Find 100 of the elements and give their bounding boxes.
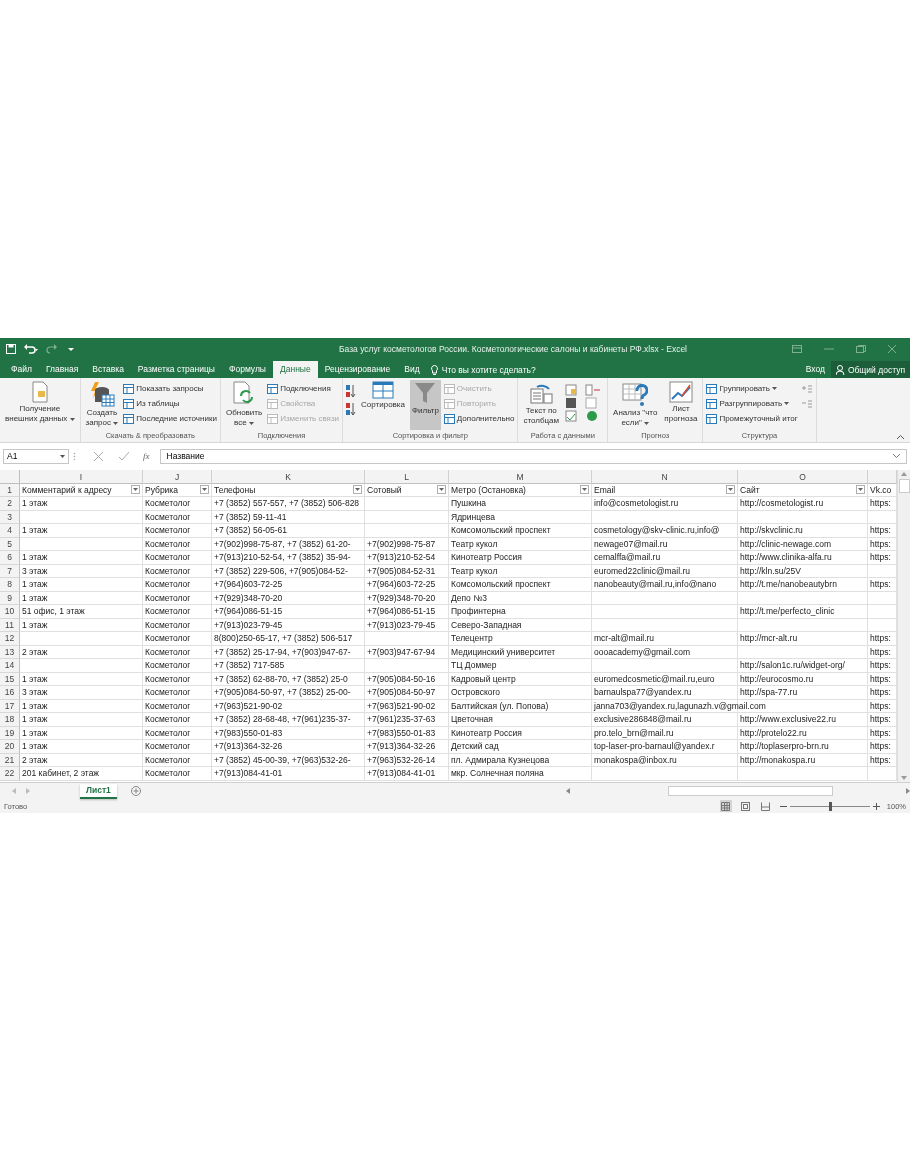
sign-in-link[interactable]: Вход [799, 361, 831, 378]
table-cell: Косметолог [145, 741, 191, 752]
sort-ascending-icon[interactable] [346, 384, 357, 398]
ribbon-button[interactable]: Сортировка [359, 380, 407, 430]
ribbon-display-icon[interactable] [792, 345, 802, 353]
ribbon-tab[interactable]: Вставка [85, 361, 131, 378]
table-cell: http://t.me/perfecto_clinic [740, 606, 835, 617]
filter-dropdown[interactable] [726, 485, 735, 495]
scroll-thumb[interactable] [668, 786, 833, 796]
sort-descending-icon[interactable] [346, 402, 357, 416]
table-cell: 1 этаж [22, 619, 48, 630]
ribbon-button[interactable]: Показать запросы [123, 382, 217, 395]
ribbon-button[interactable]: Разгруппировать [706, 397, 798, 410]
zoom-slider[interactable] [828, 801, 832, 811]
table-cell: http://cosmetologist.ru [740, 498, 824, 509]
filter-dropdown[interactable] [856, 485, 865, 495]
ribbon-tab[interactable]: Разметка страницы [130, 361, 222, 378]
redo-icon[interactable] [46, 344, 60, 354]
zoom-in-icon[interactable] [872, 802, 880, 810]
ribbon-button[interactable]: Фильтр [410, 380, 441, 430]
name-box[interactable]: A1 [3, 448, 69, 464]
ribbon-button[interactable]: Лист прогноза [662, 380, 700, 430]
scroll-left-icon[interactable] [566, 788, 570, 794]
page-break-button[interactable] [759, 800, 772, 812]
ribbon-tab[interactable]: Формулы [222, 361, 273, 378]
insert-function-button[interactable]: fx [143, 451, 150, 461]
row-header[interactable]: 14 [0, 659, 20, 673]
table-cell: Косметолог [145, 687, 191, 698]
row-header[interactable]: 2 [0, 497, 20, 511]
table-cell: Комсомольский проспект [451, 579, 551, 590]
share-button[interactable]: Общий доступ [830, 361, 910, 378]
column-header[interactable]: I [20, 470, 143, 484]
filter-dropdown[interactable] [200, 485, 209, 495]
row-header[interactable]: 18 [0, 713, 20, 727]
restore-icon[interactable] [856, 345, 866, 353]
row-header[interactable]: 6 [0, 551, 20, 565]
ribbon-button[interactable]: Обновить все [223, 380, 265, 430]
scroll-up-icon[interactable] [901, 472, 907, 476]
table-cell: http://www.clinika-alfa.ru [740, 552, 832, 563]
table-cell: Косметолог [145, 768, 191, 779]
close-icon[interactable] [888, 345, 896, 353]
row-header[interactable]: 4 [0, 524, 20, 538]
row-header[interactable]: 12 [0, 632, 20, 646]
row-header[interactable]: 22 [0, 767, 20, 781]
table-cell: 3 этаж [22, 565, 48, 576]
column-header[interactable]: N [592, 470, 738, 484]
ribbon-button[interactable]: Анализ "что если" [611, 380, 660, 430]
ribbon-button[interactable]: Промежуточный итог [706, 412, 798, 425]
row-header[interactable]: 16 [0, 686, 20, 700]
expand-icon[interactable] [893, 454, 900, 458]
what-if-icon [622, 381, 649, 407]
ribbon-button[interactable]: Дополнительно [443, 412, 515, 425]
table-icon [443, 413, 455, 424]
filter-dropdown[interactable] [131, 485, 140, 495]
row-header[interactable]: 20 [0, 740, 20, 754]
filter-dropdown[interactable] [353, 485, 362, 495]
row-header[interactable]: 8 [0, 578, 20, 592]
row-header[interactable]: 10 [0, 605, 20, 619]
customize-icon[interactable] [68, 346, 74, 352]
table-icon [123, 383, 135, 394]
add-sheet-icon[interactable] [130, 786, 141, 796]
column-header[interactable]: L [365, 470, 449, 484]
ribbon-tab[interactable]: Данные [273, 361, 318, 378]
document-icon [30, 381, 49, 403]
normal-view-button[interactable] [719, 800, 732, 812]
collapse-ribbon-icon[interactable] [897, 435, 904, 439]
column-header[interactable]: M [449, 470, 592, 484]
filter-dropdown[interactable] [437, 485, 446, 495]
table-cell: Детский сад [451, 741, 499, 752]
table-cell: info@cosmetologist.ru [594, 498, 679, 509]
enter-icon[interactable] [119, 451, 129, 461]
column-header[interactable]: J [143, 470, 212, 484]
cancel-icon[interactable] [94, 451, 103, 461]
table-cell: https: [870, 714, 891, 725]
ribbon-tab[interactable]: Рецензирование [317, 361, 398, 378]
column-header[interactable]: O [738, 470, 868, 484]
table-icon [267, 398, 279, 409]
formula-field[interactable]: Название [159, 448, 907, 464]
page-layout-button[interactable] [739, 800, 752, 812]
table-cell: https: [870, 673, 891, 684]
table-cell: Косметолог [145, 525, 191, 536]
ribbon-button[interactable]: Текст по столбцам [521, 380, 562, 430]
save-icon[interactable] [6, 344, 16, 354]
tell-me-field[interactable]: Что вы хотите сделать? [426, 361, 800, 378]
ribbon-button[interactable]: Из таблицы [123, 397, 217, 410]
ribbon-button[interactable]: Создать запрос [83, 380, 121, 430]
column-header[interactable]: K [212, 470, 365, 484]
ribbon-button[interactable]: Получение внешних данных [3, 380, 77, 430]
ribbon-tab[interactable]: Вид [397, 361, 427, 378]
scroll-down-icon[interactable] [901, 776, 907, 780]
ribbon-tab[interactable]: Главная [38, 361, 86, 378]
filter-dropdown[interactable] [580, 485, 589, 495]
sheet-tab[interactable]: Лист1 [80, 783, 117, 799]
ribbon-button[interactable]: Подключения [267, 382, 340, 395]
ribbon-button[interactable]: Группировать [706, 382, 798, 395]
ribbon-tab[interactable]: Файл [4, 361, 39, 378]
ribbon-button[interactable]: Последние источники [123, 412, 217, 425]
scroll-right-icon[interactable] [906, 788, 910, 794]
scroll-thumb[interactable] [898, 479, 910, 493]
undo-icon[interactable] [24, 344, 38, 354]
